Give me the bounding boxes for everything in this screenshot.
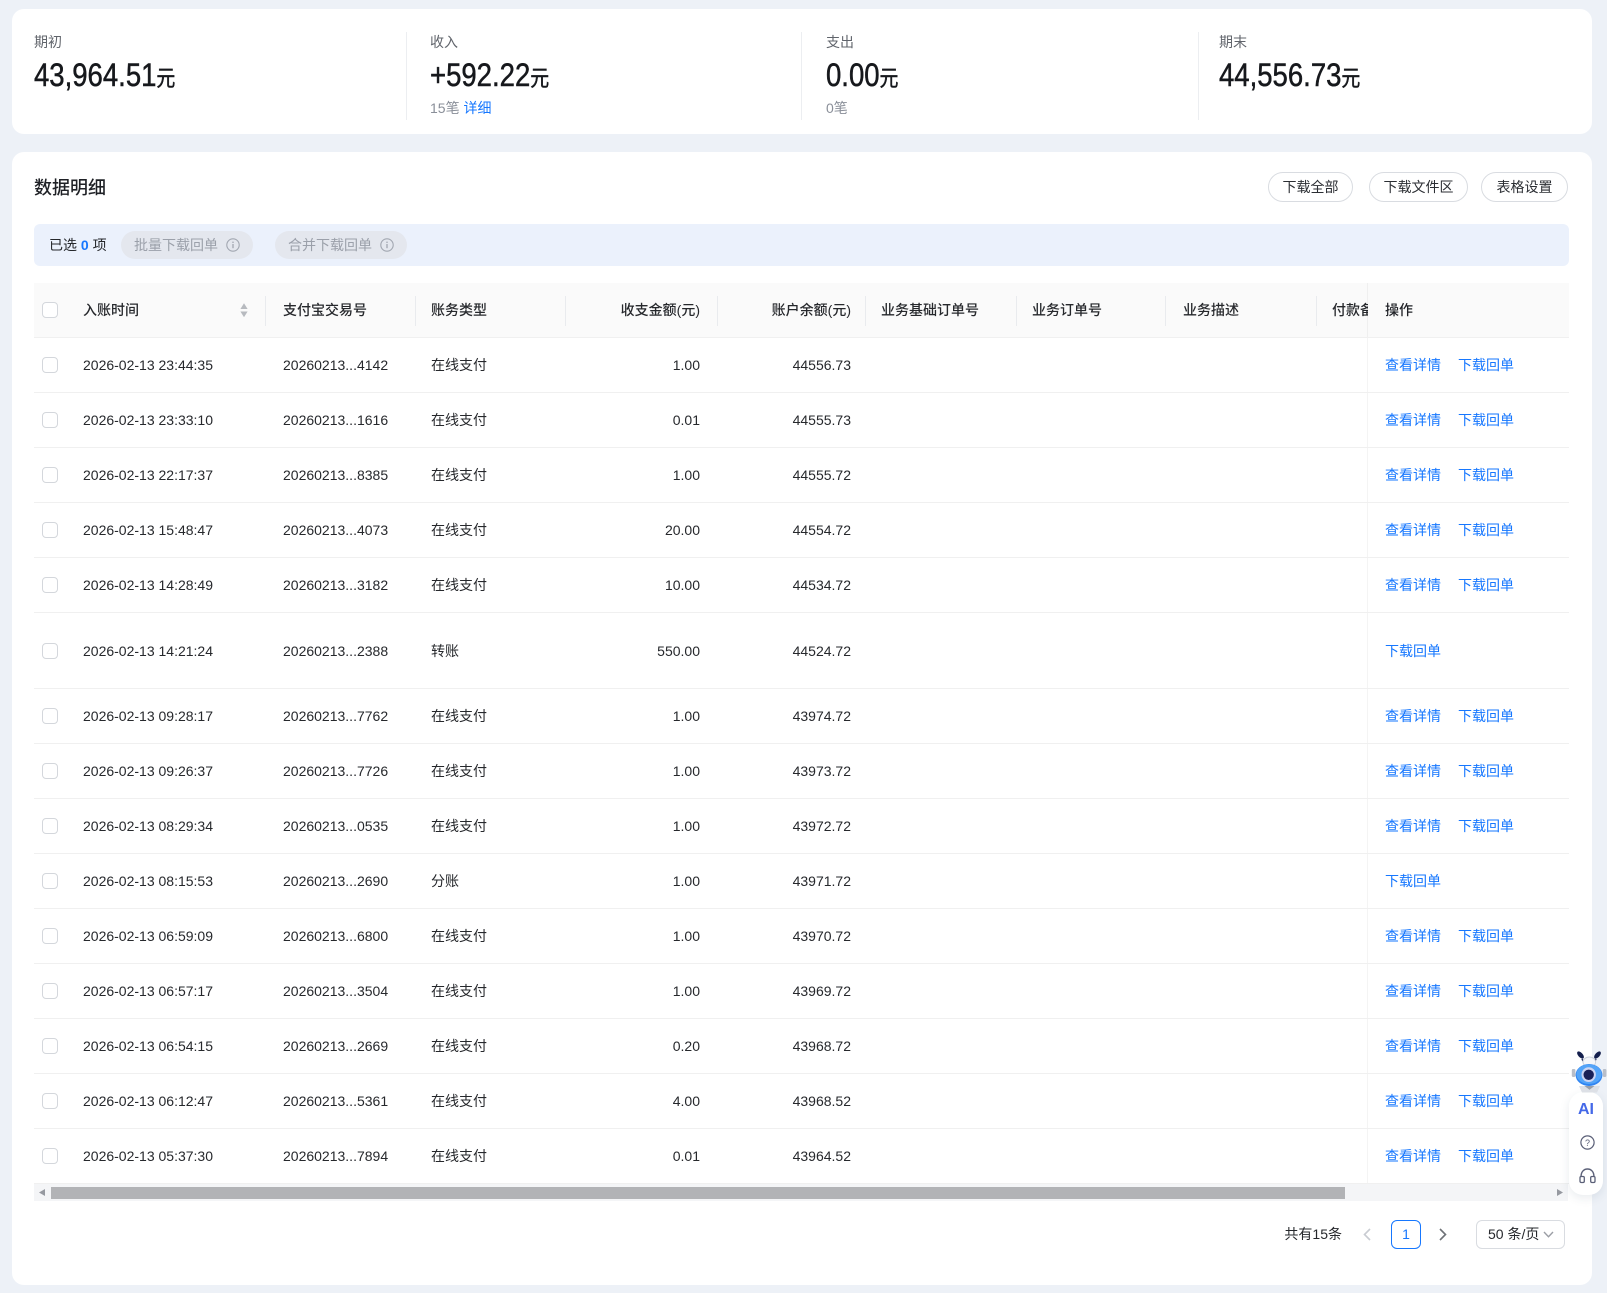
svg-text:?: ? [1585,1138,1590,1148]
